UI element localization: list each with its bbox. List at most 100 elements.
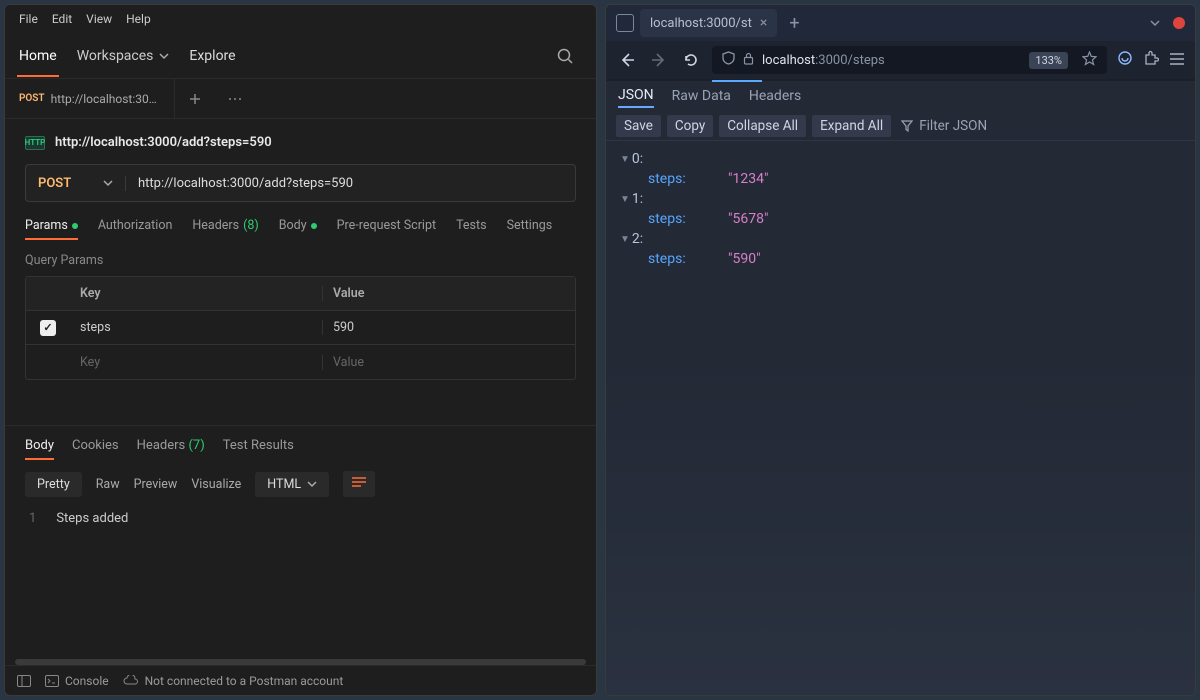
url-path: /steps bbox=[848, 53, 885, 68]
back-button[interactable] bbox=[616, 49, 638, 71]
browser-tab[interactable]: localhost:3000/st × bbox=[640, 9, 777, 37]
json-collapse-button[interactable]: Collapse All bbox=[719, 115, 806, 137]
json-property[interactable]: steps:"1234" bbox=[620, 169, 1181, 189]
query-params-table: Key Value ✓ steps 590 Key Value bbox=[25, 276, 576, 380]
reload-icon bbox=[683, 52, 699, 68]
dot-indicator-icon bbox=[72, 223, 78, 229]
tab-authorization[interactable]: Authorization bbox=[98, 218, 173, 233]
json-expand-button[interactable]: Expand All bbox=[812, 115, 891, 137]
url-input[interactable]: http://localhost:3000/add?steps=590 bbox=[126, 176, 575, 191]
tab-tests[interactable]: Tests bbox=[456, 218, 486, 233]
param-key-placeholder[interactable]: Key bbox=[70, 355, 323, 370]
arrow-right-icon bbox=[651, 52, 667, 68]
firefox-toolbar: localhost:3000/steps 133% bbox=[606, 41, 1195, 81]
view-raw[interactable]: Raw bbox=[96, 477, 120, 492]
request-tabs: Params Authorization Headers (8) Body Pr… bbox=[5, 202, 596, 239]
tab-prerequest[interactable]: Pre-request Script bbox=[337, 218, 436, 233]
json-filter[interactable]: Filter JSON bbox=[901, 118, 987, 134]
table-row-empty: Key Value bbox=[26, 345, 575, 379]
forward-button[interactable] bbox=[648, 49, 670, 71]
chevron-down-icon[interactable] bbox=[1149, 17, 1161, 29]
json-property[interactable]: steps:"5678" bbox=[620, 209, 1181, 229]
nav-workspaces[interactable]: Workspaces bbox=[77, 48, 170, 64]
extensions-shield-icon[interactable] bbox=[1117, 50, 1133, 70]
lock-icon[interactable] bbox=[743, 52, 754, 69]
load-progress-icon bbox=[712, 80, 762, 82]
url-host: localhost bbox=[762, 53, 815, 68]
new-tab-button[interactable]: + bbox=[783, 13, 805, 34]
postman-statusbar: Console Not connected to a Postman accou… bbox=[5, 665, 596, 695]
firefox-tabbar: localhost:3000/st × + bbox=[606, 5, 1195, 41]
json-node[interactable]: ▼2: bbox=[620, 229, 1181, 249]
window-close-button[interactable] bbox=[1173, 17, 1185, 29]
wrap-icon bbox=[351, 476, 367, 488]
shield-icon[interactable] bbox=[722, 51, 735, 69]
resp-tab-headers-label: Headers bbox=[137, 438, 186, 453]
console-label: Console bbox=[65, 674, 109, 688]
view-visualize[interactable]: Visualize bbox=[191, 477, 241, 492]
resp-tab-cookies[interactable]: Cookies bbox=[72, 438, 119, 453]
sidebar-toggle-icon[interactable] bbox=[17, 675, 31, 687]
menu-help[interactable]: Help bbox=[120, 10, 157, 28]
menu-view[interactable]: View bbox=[80, 10, 118, 28]
account-status[interactable]: Not connected to a Postman account bbox=[123, 674, 344, 688]
param-value-input[interactable]: 590 bbox=[323, 320, 575, 335]
json-node[interactable]: ▼0: bbox=[620, 149, 1181, 169]
json-body[interactable]: ▼0: steps:"1234" ▼1: steps:"5678" ▼2: st… bbox=[606, 141, 1195, 695]
request-tab[interactable]: POST http://localhost:3000/ad bbox=[5, 79, 175, 118]
console-button[interactable]: Console bbox=[45, 674, 109, 688]
param-key-input[interactable]: steps bbox=[70, 320, 323, 335]
view-preview[interactable]: Preview bbox=[134, 477, 178, 492]
viewer-tab-json[interactable]: JSON bbox=[618, 87, 654, 108]
response-body[interactable]: 1 Steps added bbox=[25, 507, 576, 530]
resp-tab-body[interactable]: Body bbox=[25, 438, 54, 453]
table-header-row: Key Value bbox=[26, 277, 575, 311]
view-pretty[interactable]: Pretty bbox=[25, 472, 82, 497]
menu-file[interactable]: File bbox=[13, 10, 44, 28]
tab-headers-count: (8) bbox=[243, 218, 259, 233]
method-select[interactable]: POST bbox=[26, 176, 126, 191]
zoom-badge[interactable]: 133% bbox=[1029, 52, 1068, 69]
menu-edit[interactable]: Edit bbox=[46, 10, 78, 28]
close-tab-button[interactable]: × bbox=[760, 15, 767, 31]
tab-params[interactable]: Params bbox=[25, 218, 78, 233]
nav-explore[interactable]: Explore bbox=[189, 48, 235, 64]
json-value: "590" bbox=[728, 251, 761, 267]
request-name[interactable]: http://localhost:3000/add?steps=590 bbox=[55, 135, 272, 150]
tab-body[interactable]: Body bbox=[279, 218, 317, 233]
response-text: Steps added bbox=[56, 511, 128, 526]
viewer-tab-headers[interactable]: Headers bbox=[749, 88, 801, 104]
param-value-placeholder[interactable]: Value bbox=[323, 355, 575, 370]
app-menu-button[interactable] bbox=[1169, 51, 1185, 70]
search-button[interactable] bbox=[556, 47, 574, 65]
tab-headers-label: Headers bbox=[192, 218, 239, 233]
header-value: Value bbox=[323, 286, 575, 301]
tab-options-button[interactable] bbox=[215, 97, 255, 101]
lang-select[interactable]: HTML bbox=[255, 472, 329, 497]
wrap-lines-button[interactable] bbox=[343, 471, 375, 497]
nav-home[interactable]: Home bbox=[19, 48, 57, 64]
extensions-button[interactable] bbox=[1143, 50, 1159, 70]
sidebar-toggle-icon[interactable] bbox=[616, 14, 634, 32]
json-node[interactable]: ▼1: bbox=[620, 189, 1181, 209]
json-save-button[interactable]: Save bbox=[616, 115, 661, 137]
resp-tab-headers-count: (7) bbox=[188, 438, 204, 453]
resp-tab-tests[interactable]: Test Results bbox=[223, 438, 294, 453]
json-index: 1: bbox=[632, 191, 643, 207]
request-bar: POST http://localhost:3000/add?steps=590 bbox=[25, 164, 576, 202]
reload-button[interactable] bbox=[680, 49, 702, 71]
url-bar[interactable]: localhost:3000/steps 133% bbox=[712, 46, 1107, 74]
tab-headers[interactable]: Headers (8) bbox=[192, 218, 258, 233]
resp-tab-headers[interactable]: Headers (7) bbox=[137, 438, 205, 453]
json-value: "5678" bbox=[728, 211, 768, 227]
nav-workspaces-label: Workspaces bbox=[77, 48, 154, 64]
viewer-tab-raw[interactable]: Raw Data bbox=[672, 88, 731, 104]
json-copy-button[interactable]: Copy bbox=[667, 115, 713, 137]
json-property[interactable]: steps:"590" bbox=[620, 249, 1181, 269]
caret-down-icon: ▼ bbox=[620, 194, 630, 205]
row-checkbox[interactable]: ✓ bbox=[40, 320, 56, 336]
new-tab-button[interactable] bbox=[175, 93, 215, 105]
method-label: POST bbox=[38, 176, 71, 191]
bookmark-button[interactable] bbox=[1082, 51, 1097, 70]
tab-settings[interactable]: Settings bbox=[507, 218, 553, 233]
